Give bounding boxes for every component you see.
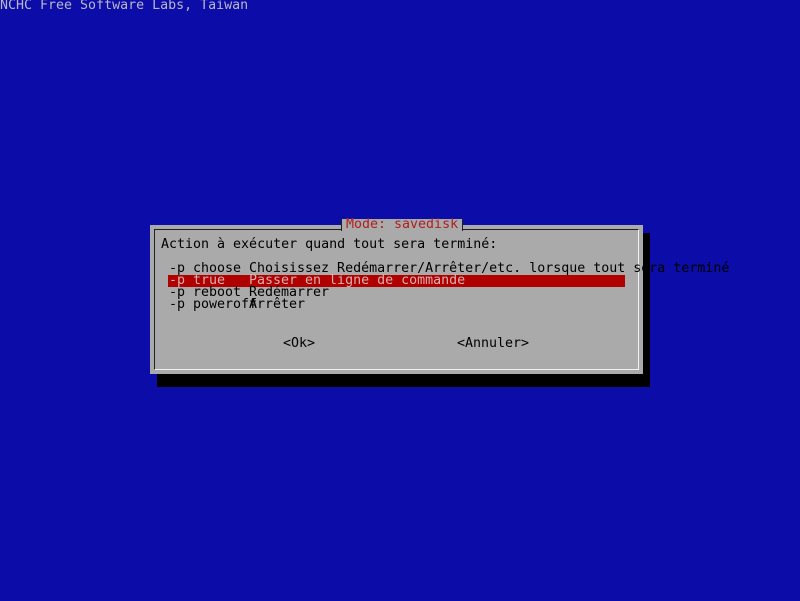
dialog-title: Mode: savedisk — [341, 218, 464, 231]
cancel-button[interactable]: <Annuler> — [457, 337, 529, 350]
ok-button[interactable]: <Ok> — [283, 337, 315, 350]
dialog: Mode: savedisk Action à exécuter quand t… — [150, 218, 729, 374]
dialog-prompt: Action à exécuter quand tout sera termin… — [161, 237, 498, 252]
menu-item-poweroff[interactable]: -p poweroff Arrêter — [168, 297, 625, 312]
menu-item-desc: Arrêter — [249, 297, 306, 312]
menu-item-key: -p poweroff — [169, 297, 258, 312]
backtitle: NCHC Free Software Labs, Taiwan — [0, 0, 249, 13]
